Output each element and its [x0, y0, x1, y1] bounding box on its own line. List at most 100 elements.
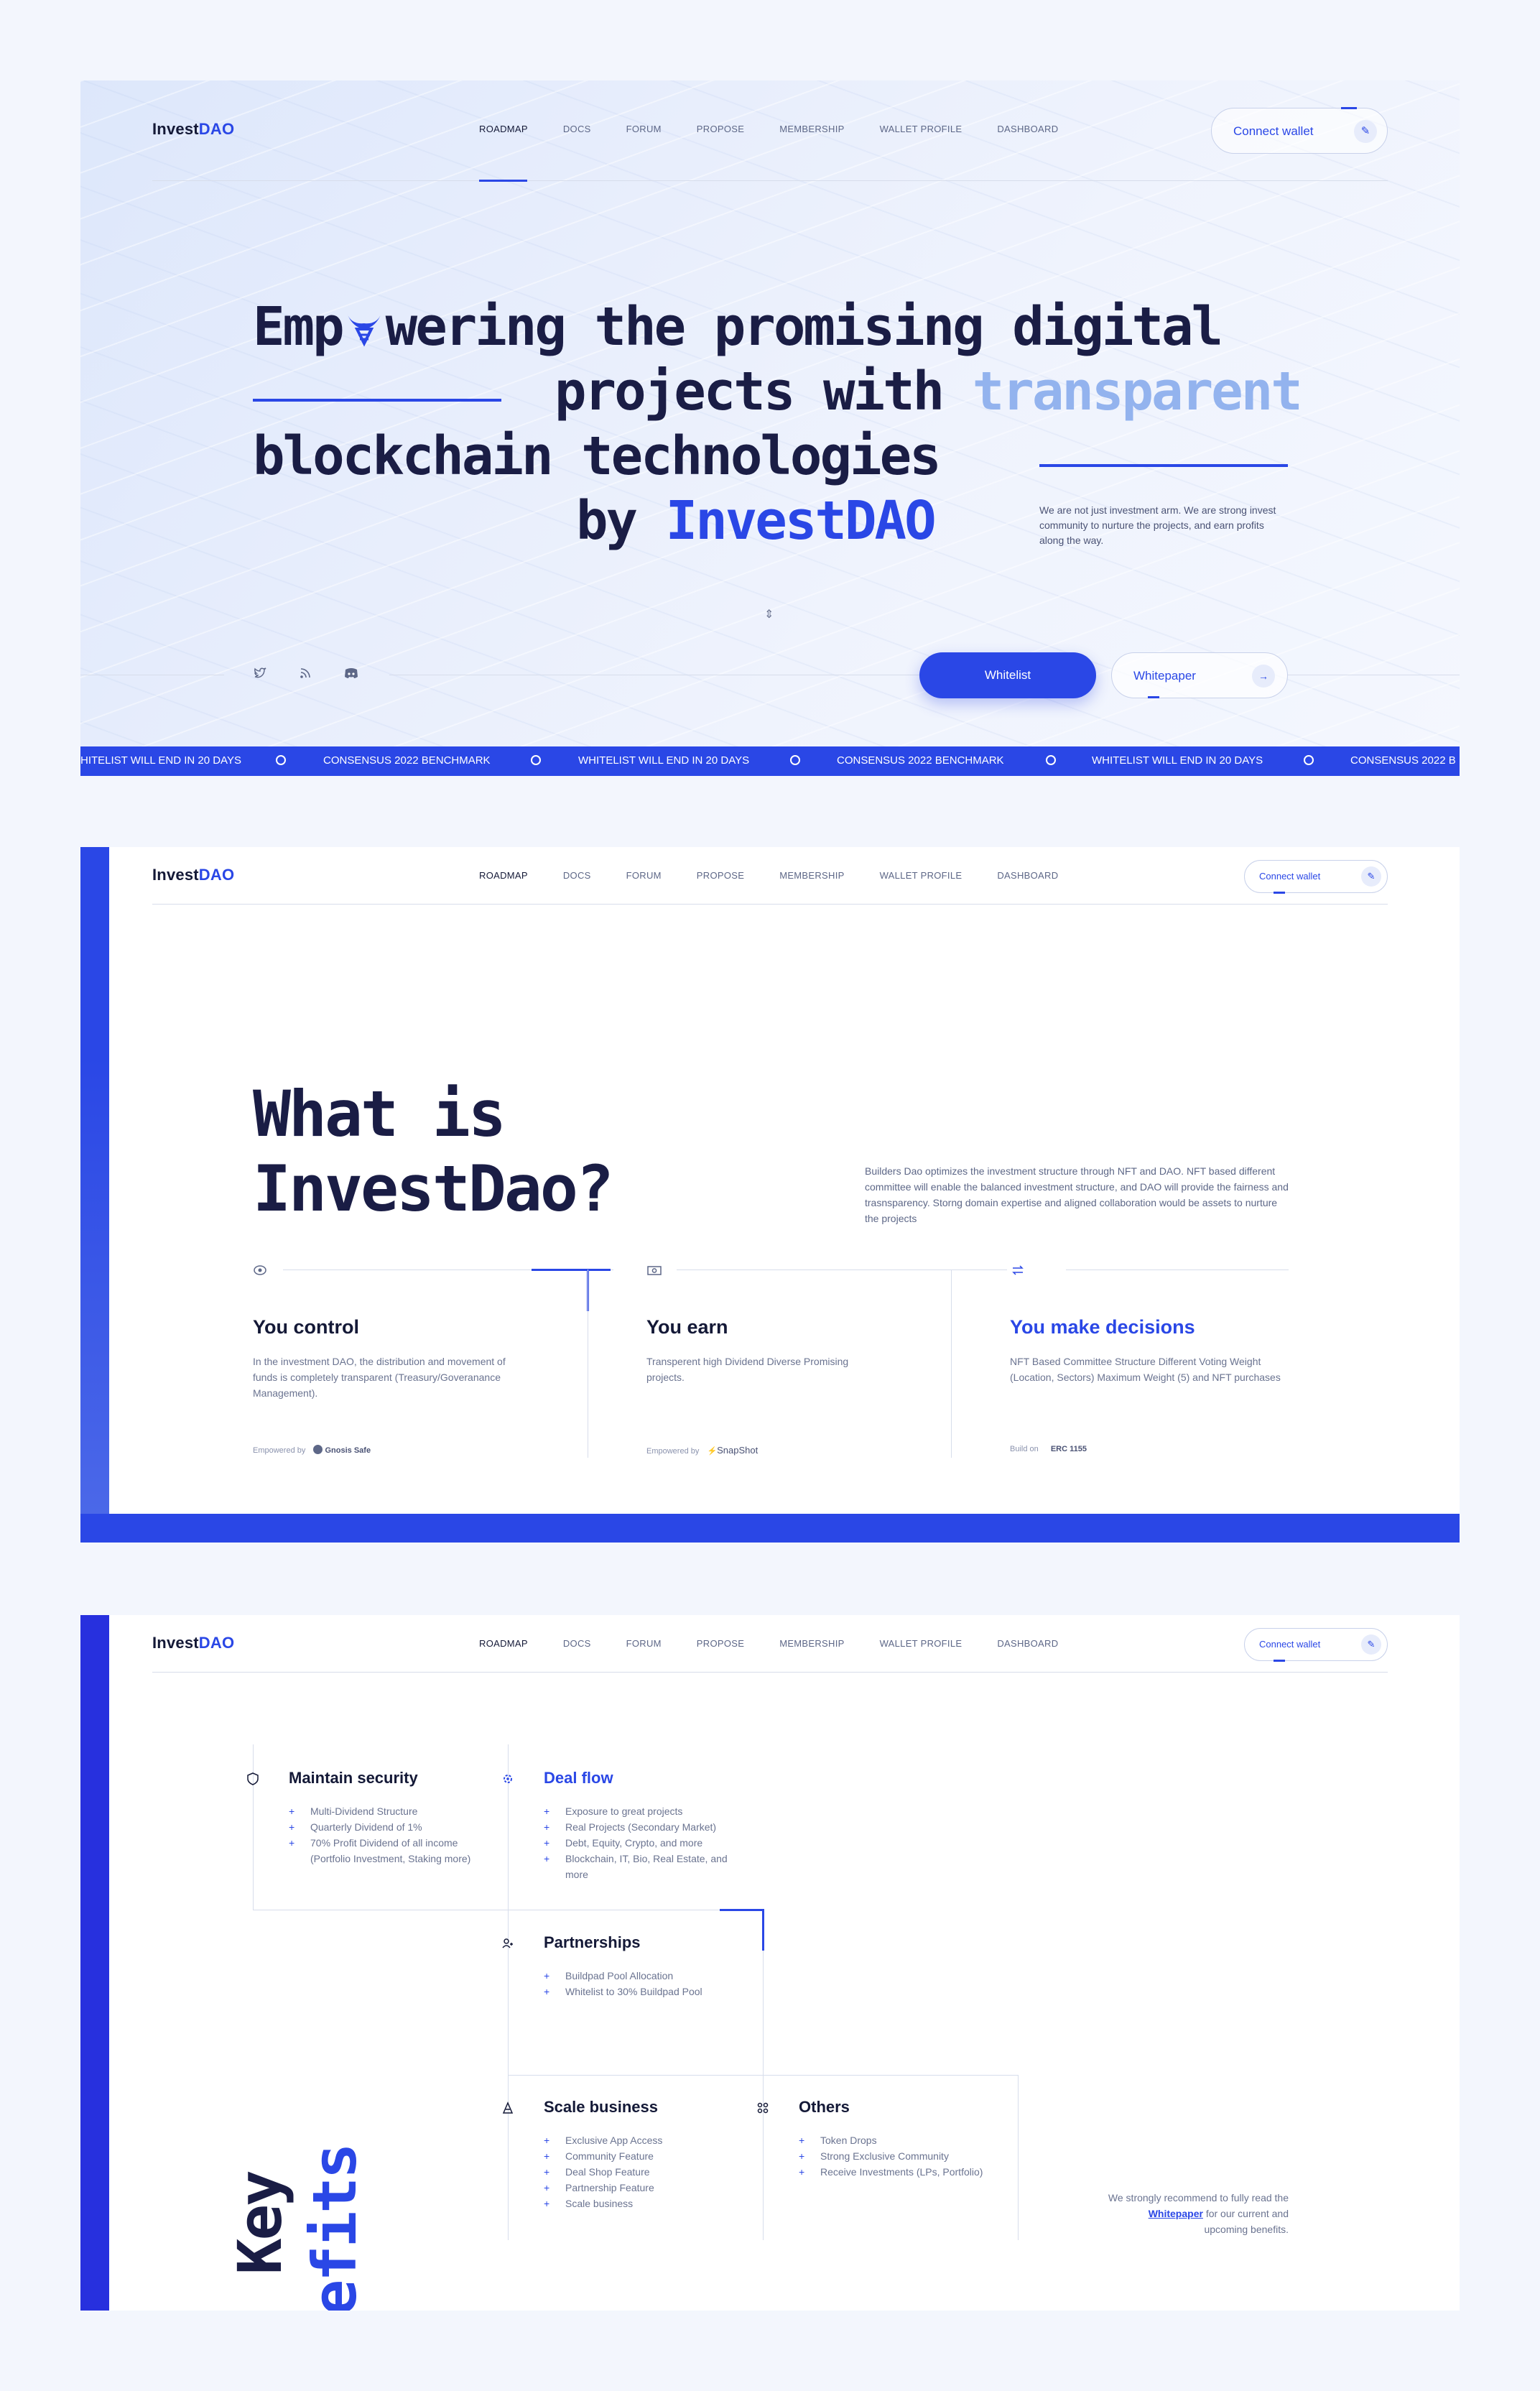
nav-item-docs[interactable]: DOCS	[563, 1638, 591, 1649]
left-accent-bar	[80, 1615, 109, 2311]
arrow-right-icon: →	[1252, 665, 1275, 688]
benefit-list: Exposure to great projects Real Projects…	[544, 1803, 752, 1882]
nav-item-roadmap[interactable]: ROADMAP	[479, 124, 528, 134]
hero-panel: InvestDAO ROADMAP DOCS FORUM PROPOSE MEM…	[80, 80, 1460, 776]
hero-description: We are not just investment arm. We are s…	[1039, 504, 1276, 546]
nav-item-membership[interactable]: MEMBERSHIP	[779, 124, 844, 134]
nav-item-docs[interactable]: DOCS	[563, 870, 591, 881]
gnosis-logo-icon	[313, 1445, 323, 1454]
exchange-icon	[1010, 1263, 1026, 1277]
users-icon	[501, 1936, 515, 1951]
benefit-list: Multi-Dividend Structure Quarterly Divid…	[289, 1803, 479, 1867]
ticker-item: WHITELIST WILL END IN 20 DAYS	[578, 754, 750, 767]
timer-icon	[1304, 755, 1314, 765]
connect-wallet-button[interactable]: Connect wallet ✎	[1211, 107, 1388, 154]
nav-item-wallet-profile[interactable]: WALLET PROFILE	[880, 1638, 962, 1649]
list-item: Deal Shop Feature	[544, 2164, 738, 2180]
feature-footer: Empowered by ⚡SnapShot	[646, 1445, 759, 1456]
nav-item-forum[interactable]: FORUM	[626, 870, 662, 881]
list-item: Exclusive App Access	[544, 2132, 738, 2148]
gear-icon	[501, 1772, 515, 1786]
connect-wallet-button[interactable]: Connect wallet ✎	[1244, 1628, 1388, 1662]
benefit-list: Exclusive App Access Community Feature D…	[544, 2132, 738, 2211]
nav-item-roadmap[interactable]: ROADMAP	[479, 1638, 528, 1649]
bottom-accent-bar	[80, 1514, 1460, 1543]
benefit-title: Scale business	[544, 2098, 658, 2116]
announcement-ticker: HITELIST WILL END IN 20 DAYS CONSENSUS 2…	[80, 746, 1460, 776]
left-accent-bar	[80, 847, 109, 1543]
hero-headline-line-1: Emp wering the promising digital	[253, 296, 1223, 358]
timer-icon	[1046, 755, 1056, 765]
link-icon: ✎	[1361, 1634, 1381, 1655]
list-item: Community Feature	[544, 2148, 738, 2164]
list-item: 70% Profit Dividend of all income (Portf…	[289, 1835, 479, 1867]
list-item: Strong Exclusive Community	[799, 2148, 1007, 2164]
section-title: What is InvestDao?	[253, 1077, 614, 1226]
hero-headline-line-2: projects with transparent	[555, 361, 1303, 422]
logo[interactable]: InvestDAO	[152, 866, 234, 884]
list-item: Scale business	[544, 2196, 738, 2211]
nav-item-wallet-profile[interactable]: WALLET PROFILE	[880, 870, 962, 881]
nav-item-dashboard[interactable]: DASHBOARD	[997, 124, 1058, 134]
list-item: Quarterly Dividend of 1%	[289, 1819, 479, 1835]
list-item: Token Drops	[799, 2132, 1007, 2148]
benefit-title: Partnerships	[544, 1933, 641, 1951]
twitter-icon[interactable]	[253, 666, 267, 680]
feature-title: You make decisions	[1010, 1316, 1195, 1338]
hero-headline-line-4: by InvestDAO	[576, 490, 937, 552]
feature-body: In the investment DAO, the distribution …	[253, 1356, 506, 1399]
nav-item-dashboard[interactable]: DASHBOARD	[997, 870, 1058, 881]
rss-icon[interactable]	[298, 666, 312, 680]
logo[interactable]: InvestDAO	[152, 1634, 234, 1652]
link-icon: ✎	[1361, 866, 1381, 887]
timer-icon	[790, 755, 800, 765]
connect-wallet-button[interactable]: Connect wallet ✎	[1244, 860, 1388, 894]
ticker-item: CONSENSUS 2022 B	[1350, 754, 1456, 767]
benefit-list: Token Drops Strong Exclusive Community R…	[799, 2132, 1007, 2180]
list-item: Real Projects (Secondary Market)	[544, 1819, 752, 1835]
top-nav: InvestDAO ROADMAP DOCS FORUM PROPOSE MEM…	[152, 80, 1388, 182]
grid-icon	[756, 2101, 770, 2115]
nav-menu: ROADMAP DOCS FORUM PROPOSE MEMBERSHIP WA…	[479, 124, 1058, 134]
ticker-item: CONSENSUS 2022 BENCHMARK	[837, 754, 1004, 767]
whitelist-button[interactable]: Whitelist	[919, 652, 1096, 698]
shield-icon	[246, 1772, 260, 1786]
what-is-panel: InvestDAO ROADMAP DOCS FORUM PROPOSE MEM…	[80, 847, 1460, 1543]
nav-item-forum[interactable]: FORUM	[626, 1638, 662, 1649]
whitepaper-link[interactable]: Whitepaper	[1149, 2208, 1203, 2219]
nav-item-propose[interactable]: PROPOSE	[697, 124, 744, 134]
benefit-list: Buildpad Pool Allocation Whitelist to 30…	[544, 1968, 723, 1999]
nav-item-docs[interactable]: DOCS	[563, 124, 591, 134]
scroll-indicator-icon[interactable]: ⇕	[764, 607, 774, 621]
list-item: Multi-Dividend Structure	[289, 1803, 479, 1819]
chart-icon	[501, 2101, 515, 2115]
benefit-title: Maintain security	[289, 1769, 418, 1787]
discord-icon[interactable]	[343, 666, 359, 680]
nav-item-wallet-profile[interactable]: WALLET PROFILE	[880, 124, 962, 134]
eye-icon	[253, 1263, 267, 1277]
list-item: Whitelist to 30% Buildpad Pool	[544, 1984, 723, 1999]
link-icon: ✎	[1354, 120, 1377, 143]
benefit-title: Deal flow	[544, 1769, 613, 1787]
nav-menu: ROADMAP DOCS FORUM PROPOSE MEMBERSHIP WA…	[479, 1638, 1058, 1649]
timer-icon	[276, 755, 286, 765]
nav-item-dashboard[interactable]: DASHBOARD	[997, 1638, 1058, 1649]
feature-footer: Empowered by Gnosis Safe	[253, 1445, 371, 1455]
nav-item-propose[interactable]: PROPOSE	[697, 870, 744, 881]
feature-footer: Build on ERC 1155	[1010, 1445, 1087, 1453]
nav-item-membership[interactable]: MEMBERSHIP	[779, 870, 844, 881]
description-accent-line	[1039, 464, 1288, 467]
logo[interactable]: InvestDAO	[152, 120, 234, 139]
nav-item-roadmap[interactable]: ROADMAP	[479, 870, 528, 881]
nav-item-membership[interactable]: MEMBERSHIP	[779, 1638, 844, 1649]
nav-item-propose[interactable]: PROPOSE	[697, 1638, 744, 1649]
benefit-title: Others	[799, 2098, 850, 2116]
whitepaper-button[interactable]: Whitepaper →	[1111, 652, 1288, 698]
snapshot-logo-icon: ⚡	[707, 1447, 718, 1456]
section-description: Builders Dao optimizes the investment st…	[865, 1165, 1289, 1224]
feature-title: You earn	[646, 1316, 728, 1338]
bull-logo-icon	[343, 300, 386, 347]
list-item: Buildpad Pool Allocation	[544, 1968, 723, 1984]
nav-item-forum[interactable]: FORUM	[626, 124, 662, 134]
timer-icon	[531, 755, 541, 765]
